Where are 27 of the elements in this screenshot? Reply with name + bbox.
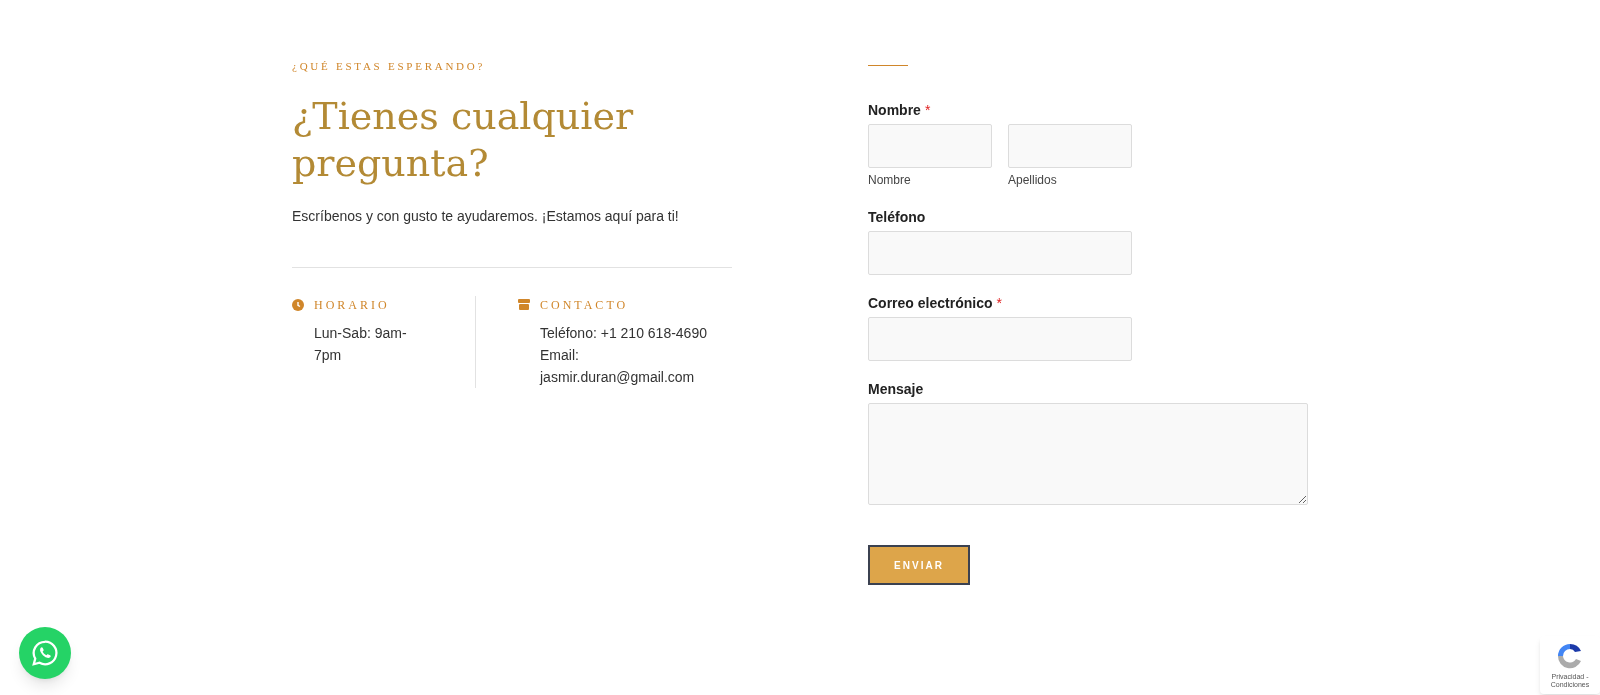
info-text: Teléfono: +1 210 618-4690 [540,323,707,343]
input-field[interactable] [868,124,992,168]
info-text: jasmir.duran@gmail.com [540,367,696,387]
intro-text: Escríbenos y con gusto te ayudaremos. ¡Estamos aquí para ti! [292,206,680,226]
field-label: Nombre [868,101,921,120]
input-field[interactable] [868,231,1132,275]
input-field[interactable] [1008,124,1132,168]
info-text: Email: [540,345,580,365]
required-mark: * [924,101,931,120]
field-sublabel: Nombre [868,172,912,189]
message-field[interactable] [868,403,1308,505]
input-field[interactable] [868,317,1132,361]
info-title: CONTACTO [540,296,629,314]
whatsapp-icon [30,638,60,668]
whatsapp-button[interactable] [19,627,71,679]
store-icon [518,299,530,310]
eyebrow-text: ¿QUÉ ESTAS ESPERANDO? [292,59,487,74]
info-text: 7pm [314,345,343,365]
page-heading: ¿Tienes cualquier pregunta? [292,92,635,187]
info-title: HORARIO [314,296,390,314]
field-label: Mensaje [868,380,924,399]
field-label: Teléfono [868,208,926,227]
info-text: Lun-Sab: 9am- [314,323,408,343]
field-sublabel: Apellidos [1008,172,1058,189]
field-label: Correo electrónico [868,294,993,313]
clock-icon [292,298,304,311]
required-mark: * [996,294,1002,313]
